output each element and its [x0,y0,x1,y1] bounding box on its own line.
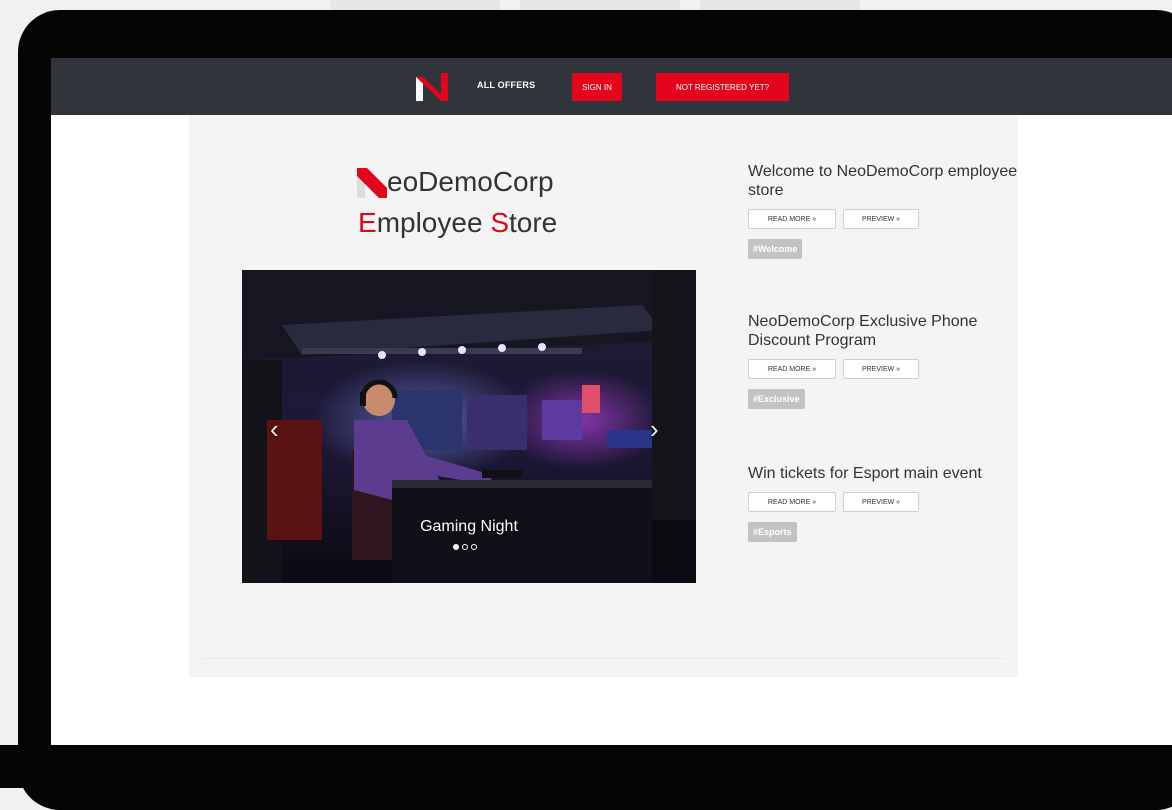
brand-n-icon [357,168,387,198]
carousel-caption: Gaming Night [420,518,518,535]
preview-button[interactable]: PREVIEW » [843,359,919,379]
indicator-dot-2[interactable] [462,544,468,550]
nav-all-offers[interactable]: ALL OFFERS [477,80,535,90]
top-navbar: ALL OFFERS SIGN IN NOT REGISTERED YET? [51,58,1172,115]
offer-title[interactable]: Win tickets for Esport main event [748,464,1018,483]
offer-title[interactable]: NeoDemoCorp Exclusive Phone Discount Pro… [748,312,1018,350]
carousel-indicators [453,544,477,550]
offer-buttons: READ MORE » PREVIEW » [748,492,1018,512]
brand-name-text: eoDemoCorp [387,166,554,197]
chevron-right-icon[interactable]: › [650,416,659,442]
laptop-bezel-bottom [0,745,1172,788]
preview-button[interactable]: PREVIEW » [843,492,919,512]
brand-logo-icon[interactable] [416,73,448,101]
subtitle-text-end: tore [509,207,558,238]
read-more-button[interactable]: READ MORE » [748,359,836,379]
offer-tag[interactable]: #Esports [748,522,797,542]
sign-in-button[interactable]: SIGN IN [572,73,622,101]
offer-tag[interactable]: #Welcome [748,239,803,259]
preview-button[interactable]: PREVIEW » [843,209,919,229]
gaming-night-photo [242,270,696,583]
offer-title[interactable]: Welcome to NeoDemoCorp employee store [748,162,1018,200]
indicator-dot-1[interactable] [453,544,459,550]
read-more-button[interactable]: READ MORE » [748,209,836,229]
store-subtitle: Employee Store [358,207,557,239]
offer-item-welcome: Welcome to NeoDemoCorp employee store RE… [748,162,1018,259]
subtitle-initial-s: S [490,207,509,238]
offer-buttons: READ MORE » PREVIEW » [748,209,1018,229]
offer-item-exclusive: NeoDemoCorp Exclusive Phone Discount Pro… [748,312,1018,409]
content-divider [203,658,1004,659]
subtitle-text: mployee [376,207,491,238]
register-button[interactable]: NOT REGISTERED YET? [656,73,789,101]
read-more-button[interactable]: READ MORE » [748,492,836,512]
subtitle-initial-e: E [358,207,377,238]
chevron-left-icon[interactable]: ‹ [270,416,279,442]
offer-buttons: READ MORE » PREVIEW » [748,359,1018,379]
offer-tag[interactable]: #Exclusive [748,389,805,409]
browser-screen: ALL OFFERS SIGN IN NOT REGISTERED YET? e… [51,58,1172,745]
main-content: eoDemoCorp Employee Store ‹ › Gaming Nig… [189,115,1018,677]
indicator-dot-3[interactable] [471,544,477,550]
image-carousel[interactable]: ‹ › Gaming Night [242,270,696,583]
offer-item-esports: Win tickets for Esport main event READ M… [748,464,1018,542]
